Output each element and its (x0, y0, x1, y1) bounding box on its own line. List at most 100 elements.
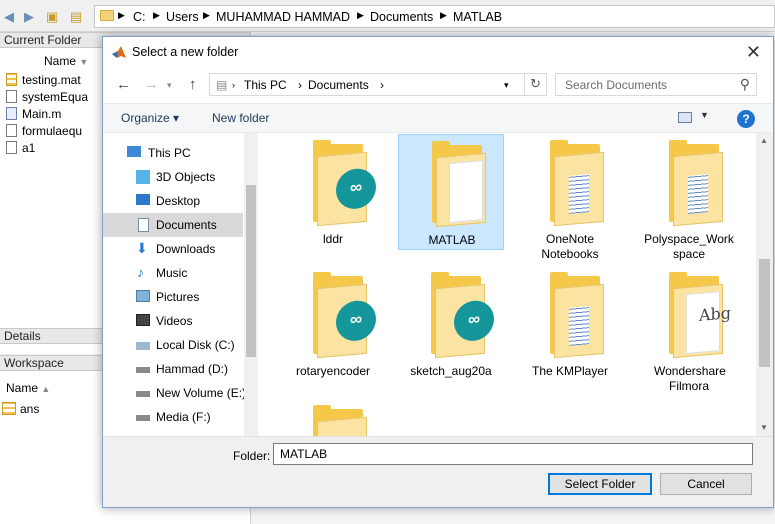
nav-pane-scrollbar[interactable] (244, 133, 258, 436)
font-file-icon: Abg (686, 291, 731, 355)
address-dropdown-icon[interactable]: ▾ (504, 80, 509, 91)
scrollbar-thumb[interactable] (759, 259, 770, 367)
file-row[interactable]: systemEqua (6, 90, 88, 104)
view-dropdown-icon[interactable]: ▼ (700, 110, 709, 120)
chevron-right-icon: ▶ (118, 10, 125, 20)
recent-dropdown-icon[interactable]: ▾ (167, 80, 172, 91)
chevron-right-icon[interactable]: › (298, 78, 302, 92)
font-sample-icon: Abg (699, 303, 732, 325)
file-name: a1 (22, 141, 36, 155)
nav-item-this-pc[interactable]: This PC (103, 141, 243, 165)
folder-name-input[interactable] (273, 443, 753, 465)
folder-icon: Abg (669, 272, 731, 359)
help-icon[interactable]: ? (737, 110, 755, 128)
folder-tile[interactable]: The KMPlayer (517, 266, 623, 382)
folder-tile[interactable]: MATLAB (398, 134, 504, 250)
address-bar[interactable]: ▤ › This PC › Documents › ▾ ↻ (209, 73, 547, 96)
folder-icon (669, 140, 723, 227)
path-segment[interactable]: MUHAMMAD HAMMAD (216, 10, 350, 24)
folder-icon (432, 141, 486, 228)
current-folder-path[interactable]: ▶ C: ▶ Users ▶ MUHAMMAD HAMMAD ▶ Documen… (94, 5, 775, 28)
folder-tile[interactable]: Polyspace_Workspace (636, 134, 742, 261)
file-icon (6, 141, 17, 154)
document-lines-icon (569, 174, 589, 214)
nav-item-videos[interactable]: Videos (103, 309, 243, 333)
sort-caret-icon: ▼ (79, 57, 89, 67)
browse-folder-icon[interactable]: ▤ (70, 9, 82, 25)
path-segment[interactable]: C: (133, 10, 146, 24)
folder-tile[interactable]: ∞ sketch_aug20a (398, 266, 504, 382)
chevron-right-icon: ▶ (203, 10, 210, 20)
file-row[interactable]: testing.mat (6, 73, 81, 87)
file-name: Main.m (22, 107, 62, 121)
nav-label: Videos (156, 314, 193, 328)
location-icon: ▤ (216, 78, 228, 92)
nav-item-3d-objects[interactable]: 3D Objects (103, 165, 243, 189)
folder-tile[interactable]: Abg Wondershare Filmora (636, 266, 742, 393)
command-bar: Organize ▾ New folder ▼ ? (103, 103, 773, 133)
up-folder-icon[interactable]: ▣ (46, 9, 58, 25)
path-segment[interactable]: MATLAB (453, 10, 502, 24)
file-row[interactable]: Main.m (6, 107, 62, 121)
nav-item-local-disk-c[interactable]: Local Disk (C:) (103, 333, 243, 357)
column-label: Name (44, 54, 77, 68)
nav-item-hammad-d[interactable]: Hammad (D:) (103, 357, 243, 381)
forward-arrow-icon[interactable]: ▶ (24, 9, 34, 25)
name-column-header[interactable]: Name ▼ (44, 54, 88, 68)
cancel-button[interactable]: Cancel (660, 473, 752, 495)
file-row[interactable]: formulaequ (6, 124, 82, 138)
nav-label: This PC (148, 146, 191, 160)
m-file-icon (6, 107, 17, 120)
chevron-right-icon[interactable]: › (380, 78, 384, 92)
folder-tile[interactable]: ∞ rotaryencoder (280, 266, 386, 382)
forward-arrow-icon[interactable]: → (144, 76, 159, 93)
folder-tile-partial[interactable] (280, 399, 386, 436)
path-segment[interactable]: Users (166, 10, 199, 24)
organize-button[interactable]: Organize ▾ (121, 111, 179, 125)
new-folder-button[interactable]: New folder (212, 111, 269, 125)
document-lines-icon (688, 174, 708, 214)
path-segment[interactable]: Documents (370, 10, 433, 24)
name-column-header[interactable]: Name ▲ (6, 381, 50, 395)
select-folder-button[interactable]: Select Folder (548, 473, 652, 495)
nav-item-media-f[interactable]: Media (F:) (103, 405, 243, 429)
back-arrow-icon[interactable]: ◀ (4, 9, 14, 25)
folder-view-scrollbar[interactable]: ▲ ▼ (756, 133, 773, 436)
nav-item-documents[interactable]: Documents (103, 213, 243, 237)
folder-tile[interactable]: OneNote Notebooks (517, 134, 623, 261)
folder-icon: ∞ (313, 272, 376, 359)
up-arrow-icon[interactable]: ↑ (189, 76, 197, 93)
chevron-right-icon: ▶ (357, 10, 364, 20)
chevron-right-icon[interactable]: › (232, 80, 235, 90)
nav-item-new-volume-e[interactable]: New Volume (E:) (103, 381, 246, 405)
nav-item-pictures[interactable]: Pictures (103, 285, 243, 309)
nav-label: Documents (156, 218, 217, 232)
nav-label: Downloads (156, 242, 216, 256)
file-row[interactable]: a1 (6, 141, 36, 155)
download-arrow-icon: ⬇ (136, 240, 148, 256)
folder-name: rotaryencoder (295, 364, 371, 378)
search-placeholder: Search Documents (565, 78, 668, 92)
back-arrow-icon[interactable]: ← (116, 76, 131, 93)
nav-item-downloads[interactable]: ⬇ Downloads (103, 237, 243, 261)
search-input[interactable]: Search Documents ⚲ (555, 73, 757, 96)
nav-item-desktop[interactable]: Desktop (103, 189, 243, 213)
variable-row[interactable]: ans (2, 402, 39, 416)
change-view-icon[interactable] (678, 112, 692, 123)
model-file-icon (6, 124, 17, 137)
address-segment[interactable]: This PC (244, 78, 287, 92)
folder-tile[interactable]: ∞ lddr (280, 134, 386, 250)
folder-field-label: Folder: (233, 449, 271, 463)
address-segment[interactable]: Documents (308, 78, 369, 92)
refresh-icon[interactable]: ↻ (524, 74, 546, 95)
scrollbar-thumb[interactable] (246, 185, 256, 357)
close-icon[interactable]: ✕ (746, 42, 761, 63)
drive-icon (136, 367, 150, 373)
folder-name: sketch_aug20a (410, 364, 492, 378)
folder-icon (313, 405, 367, 436)
paper-icon (449, 160, 483, 224)
drive-icon (136, 391, 150, 397)
nav-item-music[interactable]: ♪ Music (103, 261, 243, 285)
scroll-up-icon[interactable]: ▲ (760, 136, 768, 145)
scroll-down-icon[interactable]: ▼ (760, 423, 768, 432)
